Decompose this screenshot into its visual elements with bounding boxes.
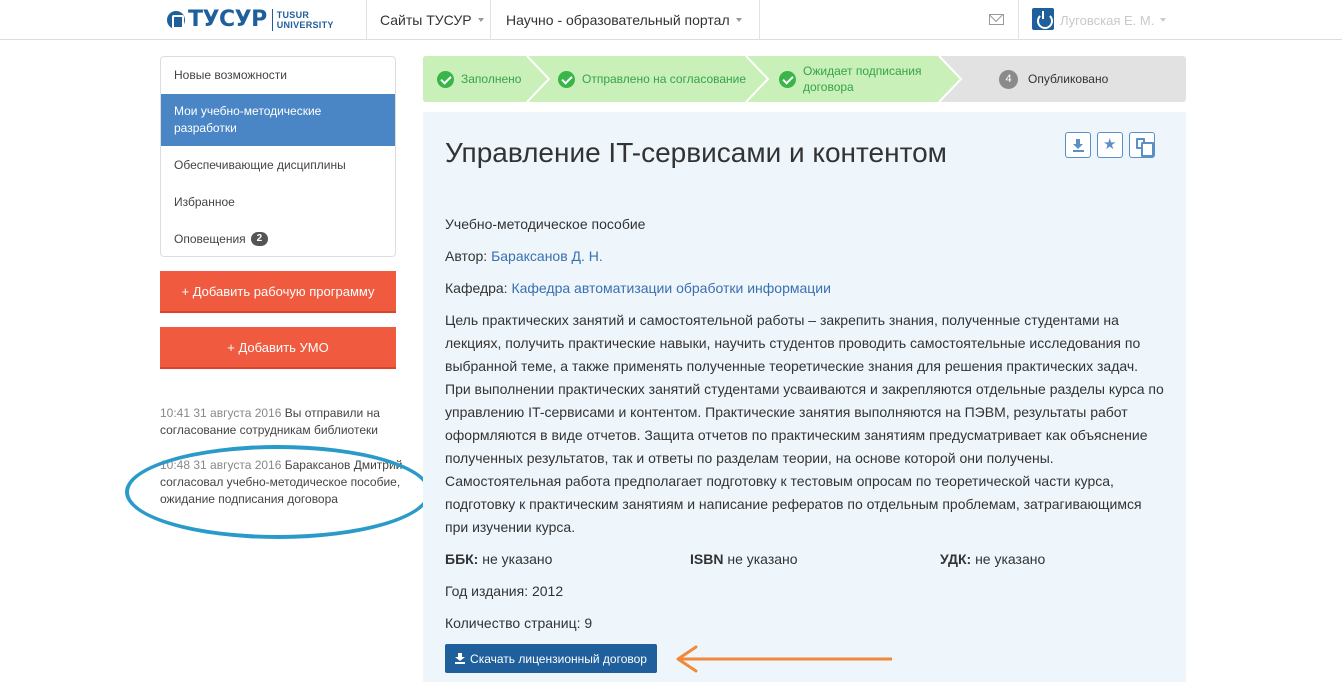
logo-separator — [271, 9, 273, 31]
nav-portal-label: Научно - образовательный портал — [506, 12, 730, 28]
sidebar-item-disciplines[interactable]: Обеспечивающие дисциплины — [161, 147, 395, 183]
add-umo-button[interactable]: + Добавить УМО — [160, 327, 396, 369]
document-type: Учебно-методическое пособие — [445, 216, 646, 232]
download-icon — [455, 653, 466, 664]
tusur-logo[interactable]: ТУСУР TUSUR UNIVERSITY — [167, 7, 334, 33]
sidebar-item-label: Новые возможности — [174, 68, 287, 82]
annotation-ellipse — [125, 445, 431, 539]
nav-divider — [366, 0, 367, 40]
publication-year: Год издания: 2012 — [445, 583, 564, 599]
mail-icon[interactable] — [989, 14, 1004, 25]
sidebar-item-favorites[interactable]: Избранное — [161, 184, 395, 220]
page-count: Количество страниц: 9 — [445, 615, 593, 631]
document-panel: Управление IT-сервисами и контентом ★ Уч… — [423, 112, 1186, 682]
department-label: Кафедра: — [445, 280, 508, 296]
nav-sites-label: Сайты ТУСУР — [380, 12, 472, 28]
add-umo-label: + Добавить УМО — [227, 339, 329, 355]
download-license-button[interactable]: Скачать лицензионный договор — [445, 644, 657, 673]
check-circle-icon — [558, 70, 575, 88]
sidebar-item-label: Оповещения — [174, 232, 246, 246]
check-circle-icon — [437, 70, 454, 88]
sidebar-item-label: Мои учебно-методические разработки — [174, 104, 322, 135]
user-menu-dropdown[interactable]: Луговская Е. М. — [1060, 0, 1167, 40]
step-filled: Заполнено — [437, 56, 521, 102]
add-work-program-label: + Добавить рабочую программу — [181, 283, 375, 299]
download-button[interactable] — [1065, 132, 1091, 158]
author-row: Автор: Бараксанов Д. Н. — [445, 248, 603, 264]
activity-log-entry: 10:41 31 августа 2016 Вы отправили на со… — [160, 405, 410, 439]
bbk-field: ББК: не указано — [445, 551, 552, 567]
step-awaiting-contract: Ожидает подписания договора — [779, 56, 943, 102]
sidebar-item-label: Обеспечивающие дисциплины — [174, 158, 346, 172]
udk-label: УДК: — [940, 551, 972, 567]
annotation-arrow — [676, 645, 892, 673]
step-label: Отправлено на согласование — [582, 72, 747, 86]
workflow-progress: Заполнено Отправлено на согласование Ожи… — [423, 56, 1186, 102]
sidebar-item-new-features[interactable]: Новые возможности — [161, 57, 395, 93]
sidebar-item-notifications[interactable]: Оповещения 2 — [161, 221, 395, 256]
notification-count-badge: 2 — [250, 232, 269, 246]
nav-divider — [490, 0, 491, 40]
document-description: Цель практических занятий и самостоятель… — [445, 312, 1164, 535]
page-title: Управление IT-сервисами и контентом — [445, 137, 947, 168]
isbn-label: ISBN — [690, 551, 724, 567]
step-label: Опубликовано — [1028, 72, 1109, 86]
logo-mark-icon — [167, 11, 185, 29]
chevron-down-icon — [735, 18, 742, 22]
logo-subtitle: TUSUR UNIVERSITY — [277, 10, 334, 30]
step-published: 4 Опубликовано — [999, 56, 1108, 102]
download-icon-base — [1073, 150, 1084, 152]
copy-icon — [1136, 138, 1154, 157]
favorite-button[interactable]: ★ — [1097, 132, 1123, 158]
logo-text: ТУСУР — [188, 7, 267, 32]
step-label: Ожидает подписания договора — [803, 64, 922, 94]
chevron-down-icon — [1160, 18, 1167, 22]
log-timestamp: 10:41 31 августа 2016 — [160, 406, 282, 420]
isbn-value: не указано — [727, 551, 798, 567]
copy-button[interactable] — [1129, 132, 1155, 158]
sidebar-item-my-materials[interactable]: Мои учебно-методические разработки — [161, 94, 395, 146]
nav-portal-dropdown[interactable]: Научно - образовательный портал — [506, 0, 742, 40]
power-icon[interactable] — [1032, 8, 1054, 30]
step-separator — [745, 56, 770, 102]
step-label: Заполнено — [461, 72, 522, 86]
udk-field: УДК: не указано — [940, 551, 1045, 567]
user-name: Луговская Е. М. — [1060, 12, 1155, 28]
bbk-label: ББК: — [445, 551, 479, 567]
chevron-down-icon — [477, 18, 484, 22]
step-separator — [526, 56, 551, 102]
check-circle-icon — [779, 70, 796, 88]
sidebar-menu: Новые возможности Мои учебно-методически… — [160, 56, 396, 257]
bbk-value: не указано — [482, 551, 553, 567]
nav-divider — [759, 0, 760, 40]
author-link[interactable]: Бараксанов Д. Н. — [491, 248, 603, 264]
department-link[interactable]: Кафедра автоматизации обработки информац… — [511, 280, 830, 296]
sidebar-item-label: Избранное — [174, 195, 235, 209]
logo-sub-2: UNIVERSITY — [276, 20, 334, 30]
top-navbar: ТУСУР TUSUR UNIVERSITY Сайты ТУСУР Научн… — [0, 0, 1342, 40]
star-icon: ★ — [1103, 136, 1117, 153]
step-sent-for-approval: Отправлено на согласование — [558, 56, 746, 102]
nav-divider — [1018, 0, 1019, 40]
add-work-program-button[interactable]: + Добавить рабочую программу — [160, 271, 396, 313]
nav-sites-dropdown[interactable]: Сайты ТУСУР — [380, 0, 484, 40]
download-license-label: Скачать лицензионный договор — [470, 651, 647, 666]
isbn-field: ISBN не указано — [690, 551, 798, 567]
step-number: 4 — [999, 69, 1018, 89]
logo-sub-1: TUSUR — [276, 10, 310, 20]
udk-value: не указано — [975, 551, 1046, 567]
author-label: Автор: — [445, 248, 488, 264]
department-row: Кафедра: Кафедра автоматизации обработки… — [445, 280, 831, 296]
